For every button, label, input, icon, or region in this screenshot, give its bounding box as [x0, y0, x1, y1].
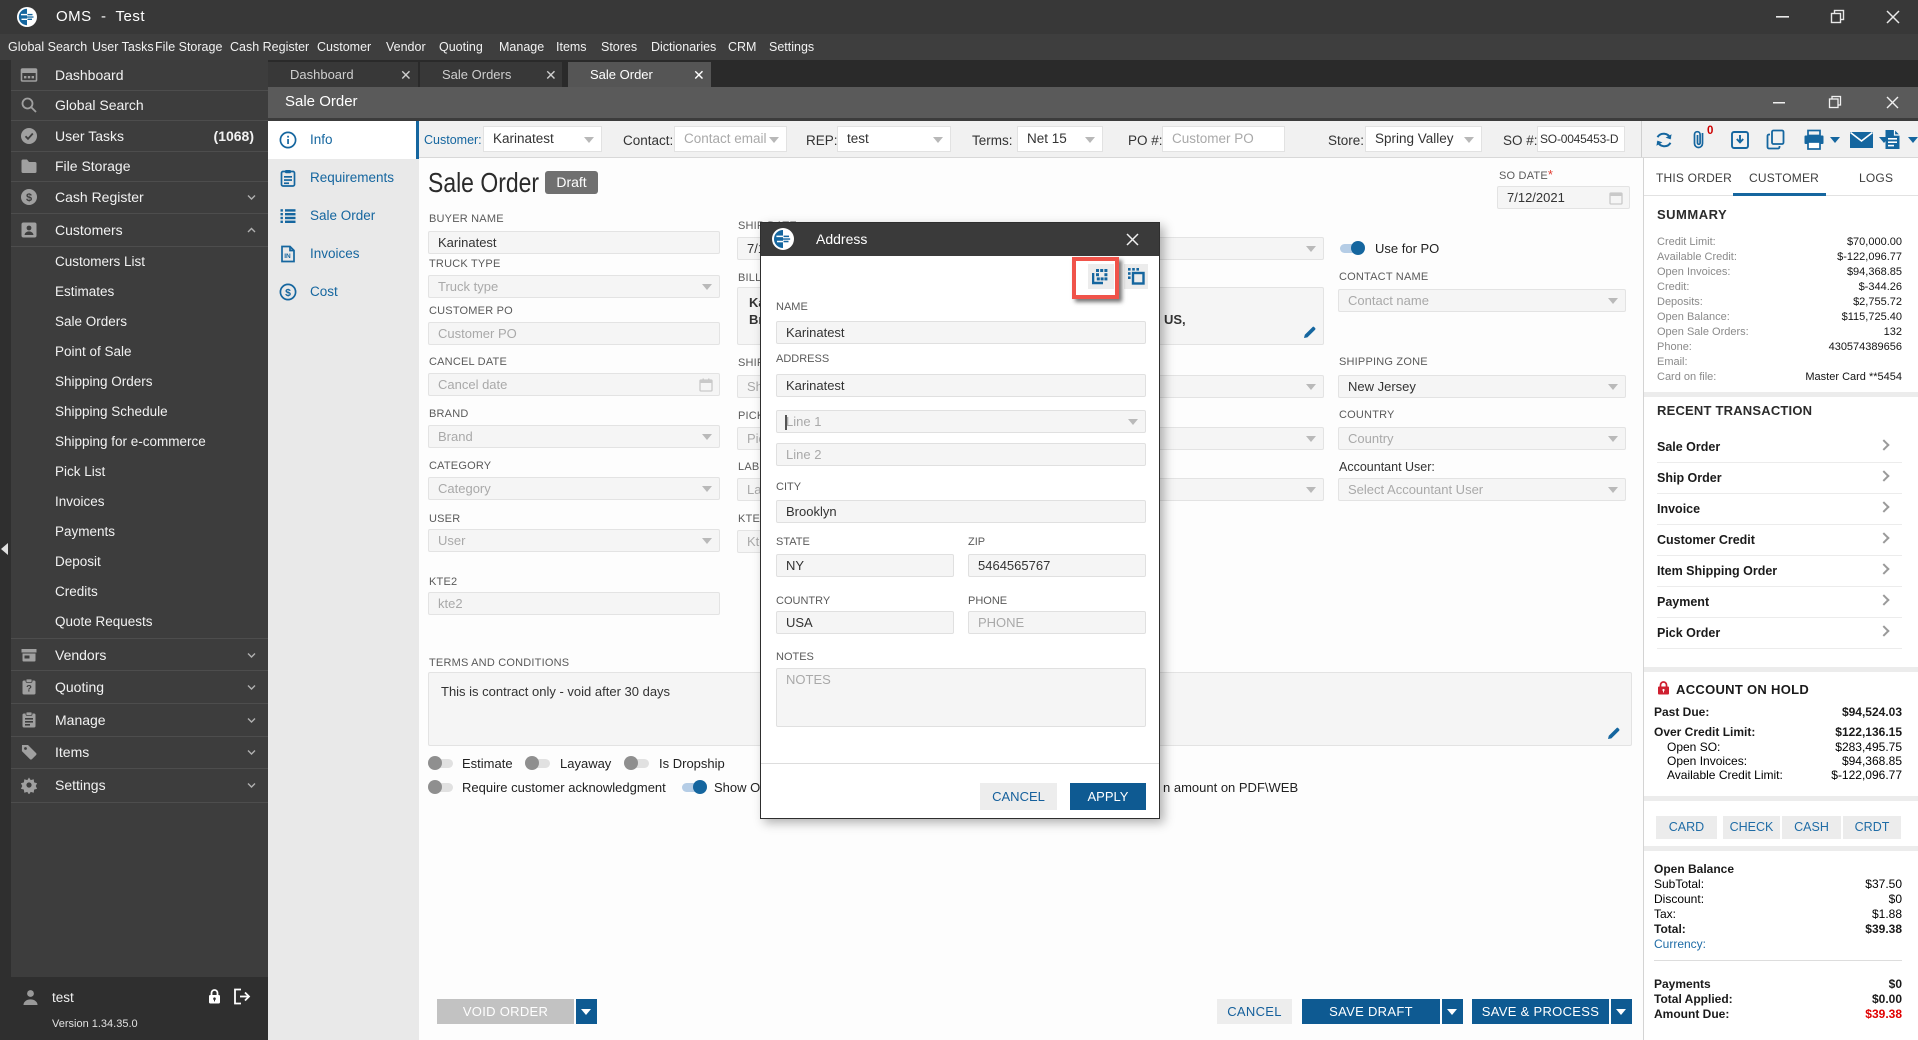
svg-text:$: $ [285, 287, 291, 299]
svg-text:IN: IN [284, 253, 291, 260]
svg-text:$: $ [26, 192, 32, 204]
svg-text:?: ? [26, 683, 32, 694]
